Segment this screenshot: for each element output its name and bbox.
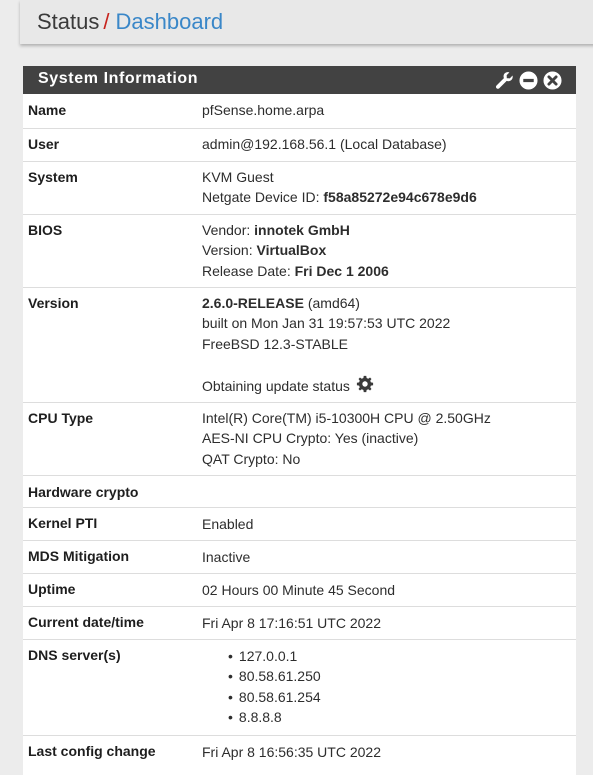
table-row-last-config-change: Last config change Fri Apr 8 16:56:35 UT… (23, 734, 576, 775)
panel-title: System Information (38, 70, 199, 87)
dns-server-list: 127.0.0.1 80.58.61.250 80.58.61.254 8.8.… (202, 640, 576, 728)
table-row-kernel-pti: Kernel PTI Enabled (23, 506, 576, 540)
row-value: Fri Apr 8 17:16:51 UTC 2022 (202, 605, 576, 639)
device-id: f58a85272e94c678e9d6 (323, 189, 477, 205)
system-information-panel: System Information Name pfSense.home.arp… (23, 66, 576, 775)
row-label: CPU Type (23, 401, 202, 475)
row-value: Intel(R) Core(TM) i5-10300H CPU @ 2.50GH… (202, 401, 576, 475)
row-label: Hardware crypto (23, 474, 202, 507)
table-row-bios: BIOS Vendor: innotek GmbH Version: Virtu… (23, 213, 576, 287)
system-info-table: Name pfSense.home.arpa User admin@192.16… (23, 94, 576, 775)
row-value: 2.6.0-RELEASE (amd64) built on Mon Jan 3… (202, 286, 576, 402)
row-label: Current date/time (23, 605, 202, 639)
row-value: admin@192.168.56.1 (Local Database) (202, 127, 576, 161)
list-item: 80.58.61.250 (228, 666, 576, 687)
table-row-version: Version 2.6.0-RELEASE (amd64) built on M… (23, 286, 576, 402)
table-row-dns-servers: DNS server(s) 127.0.0.1 80.58.61.250 80.… (23, 638, 576, 735)
row-value: 127.0.0.1 80.58.61.250 80.58.61.254 8.8.… (202, 638, 576, 735)
breadcrumb-separator: / (103, 9, 110, 34)
close-icon[interactable] (543, 70, 562, 90)
update-status: Obtaining update status (202, 375, 576, 399)
table-row-current-datetime: Current date/time Fri Apr 8 17:16:51 UTC… (23, 605, 576, 639)
version-release: 2.6.0-RELEASE (202, 294, 304, 311)
row-label: BIOS (23, 213, 202, 287)
row-value: KVM Guest Netgate Device ID: f58a85272e9… (202, 160, 576, 214)
row-value: Fri Apr 8 16:56:35 UTC 2022 (202, 734, 576, 775)
row-value: pfSense.home.arpa (202, 102, 325, 118)
breadcrumb: Status / Dashboard (37, 8, 223, 36)
table-row-hardware-crypto: Hardware crypto (23, 474, 576, 507)
row-label: MDS Mitigation (23, 539, 202, 573)
gear-icon (356, 375, 374, 399)
table-row-system: System KVM Guest Netgate Device ID: f58a… (23, 160, 576, 214)
table-row-name: Name pfSense.home.arpa (23, 94, 576, 128)
row-label: User (23, 127, 202, 161)
row-value: Vendor: innotek GmbH Version: VirtualBox… (202, 213, 576, 287)
panel-heading: System Information (23, 66, 576, 94)
row-value: Inactive (202, 539, 576, 573)
list-item: 8.8.8.8 (228, 707, 576, 728)
table-row-cpu: CPU Type Intel(R) Core(TM) i5-10300H CPU… (23, 401, 576, 475)
table-row-mds-mitigation: MDS Mitigation Inactive (23, 539, 576, 573)
row-label: Version (23, 286, 202, 402)
row-value (202, 474, 576, 507)
wrench-icon[interactable] (495, 71, 514, 90)
row-label: System (23, 160, 202, 214)
breadcrumb-dashboard-link[interactable]: Dashboard (116, 9, 224, 34)
list-item: 80.58.61.254 (228, 687, 576, 708)
row-label: Last config change (23, 734, 202, 775)
table-row-user: User admin@192.168.56.1 (Local Database) (23, 127, 576, 161)
row-label: Uptime (23, 572, 202, 606)
breadcrumb-status: Status (37, 9, 100, 34)
table-row-uptime: Uptime 02 Hours 00 Minute 45 Second (23, 572, 576, 606)
row-label: DNS server(s) (23, 638, 202, 735)
row-label: Name (28, 102, 67, 118)
row-value: 02 Hours 00 Minute 45 Second (202, 572, 576, 606)
row-value: Enabled (202, 506, 576, 540)
list-item: 127.0.0.1 (228, 646, 576, 667)
row-label: Kernel PTI (23, 506, 202, 540)
minimize-icon[interactable] (519, 70, 538, 90)
panel-icons (495, 70, 562, 90)
